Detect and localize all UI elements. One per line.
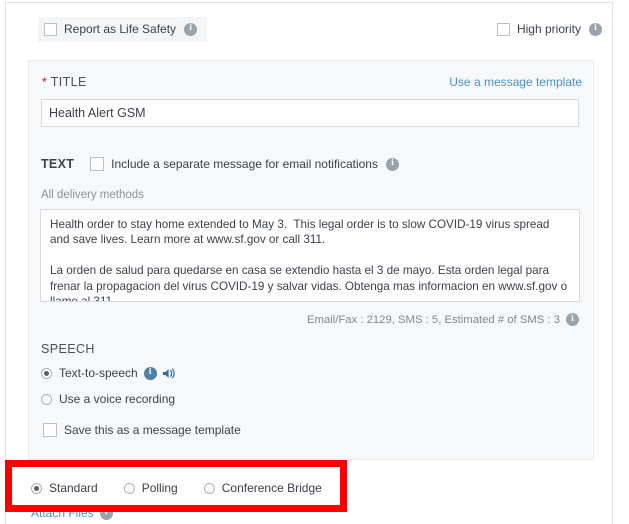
save-as-template-checkbox[interactable] xyxy=(43,423,57,437)
speech-section-label: SPEECH xyxy=(41,342,95,356)
message-type-section: Standard Polling Conference Bridge Attac… xyxy=(6,461,612,523)
use-message-template-link[interactable]: Use a message template xyxy=(449,75,582,89)
attach-files-row[interactable]: Attach Files i xyxy=(31,506,113,520)
separate-email-message-label: Include a separate message for email not… xyxy=(111,157,378,171)
text-field-label: TEXT xyxy=(41,157,75,171)
title-header-row: * TITLE Use a message template xyxy=(42,75,582,89)
standard-radio[interactable] xyxy=(31,482,42,494)
all-delivery-methods-note: All delivery methods xyxy=(41,189,144,201)
voice-recording-radio[interactable] xyxy=(41,393,52,405)
high-priority-label: High priority xyxy=(516,22,581,36)
conference-bridge-label: Conference Bridge xyxy=(221,481,322,495)
separate-email-message-checkbox[interactable] xyxy=(90,157,105,171)
title-field-label: * TITLE xyxy=(42,75,87,89)
required-marker: * xyxy=(42,75,48,89)
message-type-option-standard[interactable]: Standard xyxy=(31,481,98,495)
separate-email-info-icon[interactable]: i xyxy=(385,157,399,171)
message-textarea[interactable]: Health order to stay home extended to Ma… xyxy=(40,209,580,302)
polling-radio[interactable] xyxy=(123,482,135,494)
voice-recording-label: Use a voice recording xyxy=(59,392,176,406)
save-as-template-row[interactable]: Save this as a message template xyxy=(43,423,241,437)
report-as-life-safety-label: Report as Life Safety xyxy=(64,22,177,36)
high-priority-row[interactable]: High priority i xyxy=(496,22,602,36)
high-priority-info-icon[interactable]: i xyxy=(589,22,602,36)
title-input[interactable] xyxy=(41,99,579,127)
text-to-speech-info-icon[interactable]: i xyxy=(143,366,157,380)
attach-files-info-icon[interactable]: i xyxy=(99,506,113,520)
voice-recording-option[interactable]: Use a voice recording xyxy=(41,392,175,406)
frame-border-right xyxy=(612,2,613,524)
conference-bridge-radio[interactable] xyxy=(203,482,215,494)
message-type-option-polling[interactable]: Polling xyxy=(123,481,178,495)
speaker-icon[interactable] xyxy=(162,367,177,380)
standard-label: Standard xyxy=(49,481,98,495)
text-to-speech-option[interactable]: Text-to-speech i xyxy=(41,366,177,380)
text-to-speech-label: Text-to-speech xyxy=(59,366,138,380)
page-root: Report as Life Safety i High priority i … xyxy=(0,0,629,524)
message-type-option-conference-bridge[interactable]: Conference Bridge xyxy=(203,481,322,495)
message-counts-row: Email/Fax : 2129, SMS : 5, Estimated # o… xyxy=(307,313,579,326)
high-priority-checkbox[interactable] xyxy=(496,22,510,36)
attach-files-label: Attach Files xyxy=(31,506,94,520)
message-counts-info-icon[interactable]: i xyxy=(566,313,579,326)
title-label-text: TITLE xyxy=(50,75,87,89)
message-compose-card: * TITLE Use a message template TEXT Incl… xyxy=(28,60,594,460)
life-safety-info-icon[interactable]: i xyxy=(184,22,198,36)
text-to-speech-radio[interactable] xyxy=(41,367,52,379)
save-as-template-label: Save this as a message template xyxy=(64,423,241,437)
polling-label: Polling xyxy=(141,481,178,495)
message-type-radio-group[interactable]: Standard Polling Conference Bridge xyxy=(31,481,348,495)
report-as-life-safety-row[interactable]: Report as Life Safety i xyxy=(38,17,208,42)
text-header-row: TEXT Include a separate message for emai… xyxy=(41,157,399,171)
frame-border-left xyxy=(5,2,6,524)
top-options-bar: Report as Life Safety i High priority i xyxy=(6,3,612,55)
report-as-life-safety-checkbox[interactable] xyxy=(44,22,57,36)
message-counts-text: Email/Fax : 2129, SMS : 5, Estimated # o… xyxy=(306,313,560,326)
